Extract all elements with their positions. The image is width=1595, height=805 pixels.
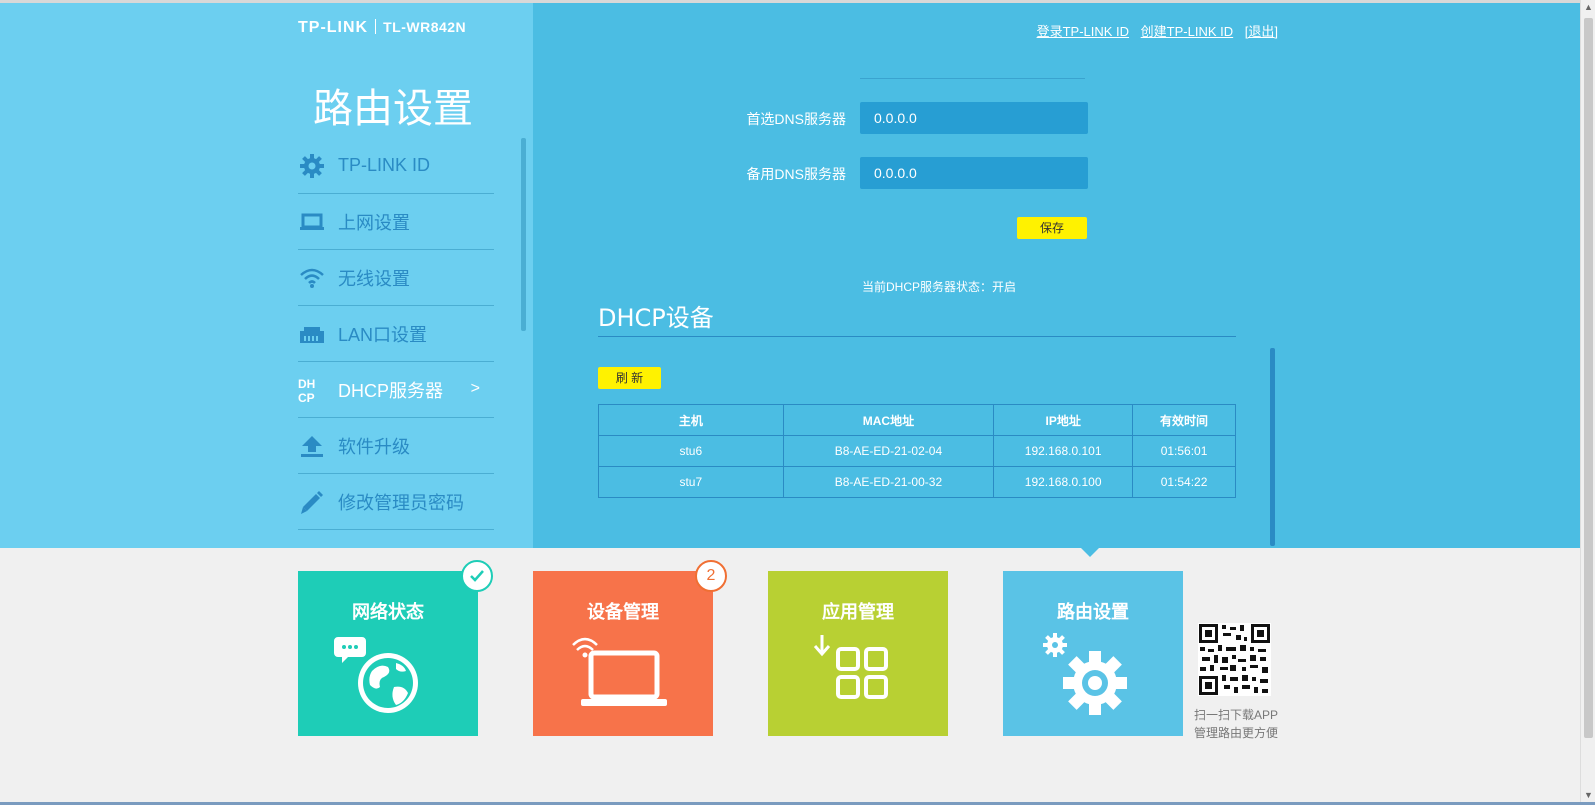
dhcp-title-divider — [598, 336, 1236, 337]
scroll-up-icon[interactable]: ▲ — [1584, 2, 1593, 12]
chevron-right-icon: > — [470, 380, 480, 397]
create-id-link[interactable]: 创建TP-LINK ID — [1141, 24, 1233, 39]
sidebar-item-internet[interactable]: 上网设置 — [298, 194, 494, 250]
tile-label: 应用管理 — [822, 602, 894, 623]
ip-cell: 192.168.0.101 — [993, 435, 1134, 467]
active-tile-pointer — [1081, 548, 1099, 557]
host-cell: stu7 — [598, 466, 784, 498]
account-links: 登录TP-LINK ID 创建TP-LINK ID [退出] — [1029, 21, 1278, 40]
host-cell: stu6 — [598, 435, 784, 467]
window-scrollbar[interactable]: ▲ ▼ — [1580, 0, 1595, 805]
login-link[interactable]: 登录TP-LINK ID — [1037, 24, 1129, 39]
model-text: TL-WR842N — [383, 19, 467, 35]
table-row: stu7 B8-AE-ED-21-00-32 192.168.0.100 01:… — [598, 466, 1236, 498]
secondary-dns-input[interactable]: 0.0.0.0 — [860, 157, 1088, 189]
qr-caption: 扫一扫下载APP 管理路由更方便 — [1194, 706, 1278, 742]
dhcp-icon: DH CP — [298, 376, 326, 404]
sidebar-item-label: TP-LINK ID — [338, 155, 431, 175]
table-row: stu6 B8-AE-ED-21-02-04 192.168.0.101 01:… — [598, 435, 1236, 467]
section-divider — [860, 78, 1085, 79]
logo-divider — [375, 19, 377, 34]
svg-text:CP: CP — [298, 391, 315, 404]
sidebar-menu: TP-LINK ID 上网设置 无线设置 LAN口设置 DH CP DHCP服务器… — [298, 138, 494, 530]
tile-label: 网络状态 — [352, 602, 424, 623]
refresh-button[interactable]: 刷 新 — [598, 367, 661, 389]
dhcp-devices-table: 主机 MAC地址 IP地址 有效时间 stu6 B8-AE-ED-21-02-0… — [598, 404, 1236, 498]
sidebar-item-tp-link-id[interactable]: TP-LINK ID — [298, 138, 494, 194]
sidebar-title: 路由设置 — [313, 86, 473, 132]
sidebar-item-lan[interactable]: LAN口设置 — [298, 306, 494, 362]
tile-device-management[interactable]: 设备管理 — [533, 571, 713, 736]
qr-caption-line1: 扫一扫下载APP — [1194, 708, 1279, 722]
sidebar-item-label: LAN口设置 — [338, 324, 428, 345]
qr-caption-line2: 管理路由更方便 — [1194, 726, 1279, 740]
sidebar-item-label: 无线设置 — [338, 268, 410, 289]
tile-label: 设备管理 — [587, 602, 659, 623]
column-header-ip: IP地址 — [993, 404, 1134, 436]
save-button[interactable]: 保存 — [1017, 217, 1087, 239]
sidebar-item-wireless[interactable]: 无线设置 — [298, 250, 494, 306]
sidebar-item-password[interactable]: 修改管理员密码 — [298, 474, 494, 530]
apps-grid-icon — [798, 631, 918, 721]
sidebar-item-upgrade[interactable]: 软件升级 — [298, 418, 494, 474]
sidebar-item-label: 软件升级 — [338, 436, 410, 457]
sidebar-scrollbar[interactable] — [521, 138, 526, 331]
tile-app-management[interactable]: 应用管理 — [768, 571, 948, 736]
gear-icon — [298, 152, 326, 180]
sidebar-item-dhcp[interactable]: DH CP DHCP服务器 > — [298, 362, 494, 418]
qr-code — [1198, 623, 1271, 696]
dns2-label: 备用DNS服务器 — [746, 166, 846, 182]
brand-text: TP-LINK — [298, 19, 369, 36]
sidebar-item-label: 上网设置 — [338, 212, 410, 233]
check-icon — [461, 560, 493, 592]
svg-text:DH: DH — [298, 377, 315, 391]
column-header-host: 主机 — [598, 404, 784, 436]
mac-cell: B8-AE-ED-21-00-32 — [782, 466, 995, 498]
wifi-icon — [298, 264, 326, 292]
lease-cell: 01:54:22 — [1132, 466, 1236, 498]
window-top-edge — [0, 0, 1595, 3]
column-header-mac: MAC地址 — [782, 404, 995, 436]
tile-router-settings[interactable]: 路由设置 — [1003, 571, 1183, 736]
laptop-icon — [298, 208, 326, 236]
laptop-wifi-icon — [563, 631, 683, 721]
logout-link[interactable]: [退出] — [1245, 24, 1278, 39]
globe-icon — [328, 631, 448, 721]
tile-network-status[interactable]: 网络状态 — [298, 571, 478, 736]
dhcp-devices-title: DHCP设备 — [598, 304, 714, 332]
content-scrollbar[interactable] — [1270, 348, 1275, 546]
mac-cell: B8-AE-ED-21-02-04 — [782, 435, 995, 467]
scroll-down-icon[interactable]: ▼ — [1584, 790, 1593, 800]
scrollbar-thumb[interactable] — [1584, 18, 1593, 738]
sidebar-item-label: DHCP服务器 — [338, 380, 444, 401]
tile-label: 路由设置 — [1057, 602, 1129, 623]
gears-icon — [1033, 631, 1153, 721]
dns1-label: 首选DNS服务器 — [746, 111, 846, 127]
dhcp-status-text: 当前DHCP服务器状态：开启 — [862, 280, 1017, 294]
notification-badge: 2 — [695, 560, 727, 592]
lan-port-icon — [298, 320, 326, 348]
upload-icon — [298, 432, 326, 460]
pencil-icon — [298, 488, 326, 516]
ip-cell: 192.168.0.100 — [993, 466, 1134, 498]
table-header-row: 主机 MAC地址 IP地址 有效时间 — [598, 404, 1236, 436]
lease-cell: 01:56:01 — [1132, 435, 1236, 467]
column-header-lease: 有效时间 — [1132, 404, 1236, 436]
sidebar-item-label: 修改管理员密码 — [338, 492, 464, 513]
primary-dns-input[interactable]: 0.0.0.0 — [860, 102, 1088, 134]
tp-link-logo: TP-LINK TL-WR842N — [298, 19, 466, 37]
